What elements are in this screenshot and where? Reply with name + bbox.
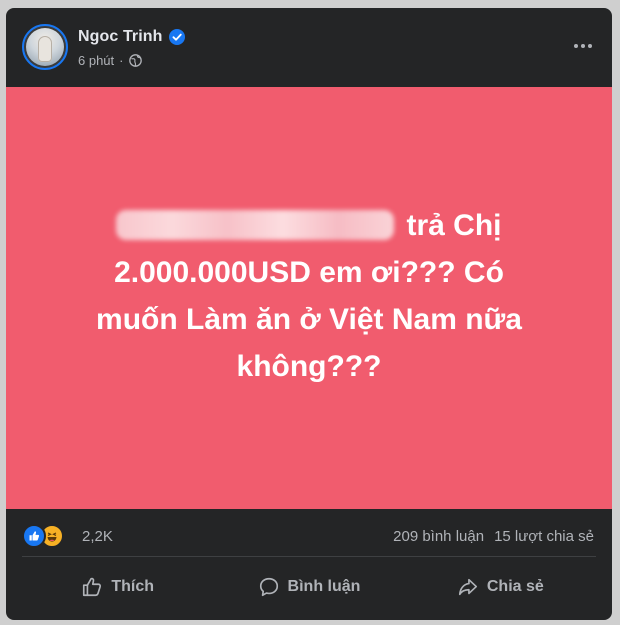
- share-button[interactable]: Chia sẻ: [405, 564, 596, 610]
- share-count[interactable]: 15 lượt chia sẻ: [494, 528, 594, 545]
- more-dot: [588, 44, 592, 48]
- comment-button[interactable]: Bình luận: [213, 564, 404, 610]
- post-card: Ngoc Trinh 6 phút · trả Chị 2.000.000USD…: [6, 8, 612, 620]
- globe-icon: [128, 53, 142, 67]
- post-stats: 2,2K 209 bình luận 15 lượt chia sẻ: [6, 520, 612, 554]
- post-meta: 6 phút ·: [78, 51, 142, 69]
- share-button-label: Chia sẻ: [486, 578, 544, 595]
- post-time[interactable]: 6 phút: [78, 53, 114, 68]
- reaction-count[interactable]: 2,2K: [82, 528, 113, 545]
- avatar-figure: [38, 36, 52, 62]
- comment-count[interactable]: 209 bình luận: [393, 528, 484, 545]
- post-text: trả Chị 2.000.000USD em ơi??? Có muốn Là…: [46, 202, 572, 390]
- comment-button-label: Bình luận: [287, 578, 361, 595]
- post-text-background: trả Chị 2.000.000USD em ơi??? Có muốn Là…: [6, 87, 612, 509]
- reaction-icons[interactable]: [22, 524, 64, 548]
- post-text-line-1: trả Chị: [46, 202, 572, 249]
- screenshot-frame: Ngoc Trinh 6 phút · trả Chị 2.000.000USD…: [0, 0, 620, 625]
- blurred-redacted-text: [116, 210, 395, 240]
- post-text-line-3: muốn Làm ăn ở Việt Nam nữa: [96, 303, 522, 336]
- engagement-counts: 209 bình luận 15 lượt chia sẻ: [393, 528, 594, 545]
- post-line-1-text: trả Chị: [406, 209, 502, 242]
- comment-icon: [259, 577, 278, 597]
- post-actions: Thích Bình luận Chia sẻ: [22, 564, 596, 610]
- post-text-line-2: 2.000.000USD em ơi??? Có: [114, 256, 504, 289]
- verified-badge-icon: [168, 29, 185, 45]
- like-reaction-icon: [22, 524, 46, 548]
- author-name-row: Ngoc Trinh: [78, 26, 185, 48]
- thumbs-up-icon: [83, 577, 102, 597]
- author-name[interactable]: Ngoc Trinh: [78, 28, 163, 46]
- more-dot: [581, 44, 585, 48]
- author-avatar[interactable]: [22, 24, 68, 70]
- share-icon: [458, 578, 477, 596]
- like-button-label: Thích: [111, 578, 154, 595]
- more-dot: [574, 44, 578, 48]
- post-header: Ngoc Trinh 6 phút ·: [6, 8, 612, 88]
- meta-separator: ·: [119, 52, 124, 68]
- like-button[interactable]: Thích: [22, 564, 213, 610]
- post-text-line-4: không???: [236, 350, 382, 383]
- actions-divider: [22, 556, 596, 557]
- more-options-icon[interactable]: [568, 34, 598, 58]
